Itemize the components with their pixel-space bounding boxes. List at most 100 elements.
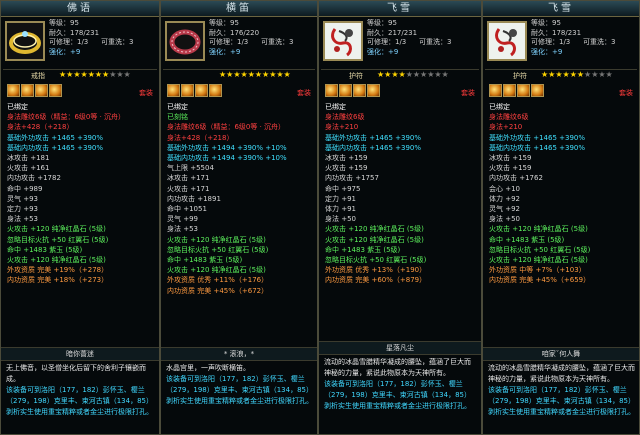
set-tag: 套装 — [461, 89, 475, 97]
attribute-list: 已绑定 身法雕纹6级（精益：6级0等 · 沉舟） 身法+428（+218） 基础外功攻… — [1, 100, 159, 286]
item-description: 流动的冰晶雪腊精华凝成的腰坠，蕴涵了巨大而神秘的力量，紧说此物原本为天神所有。该… — [324, 357, 477, 412]
gem-icon[interactable] — [517, 84, 530, 97]
star-icon: ★ — [569, 70, 577, 79]
attribute-line: 火攻击 +159 — [489, 164, 532, 173]
star-icon: ★ — [276, 70, 284, 79]
attribute-list: 已绑定 身法雕纹6级 身法+210 基础外功攻击 +1465 +390% 基础内功攻击 … — [483, 100, 639, 286]
star-icon: ★ — [398, 70, 406, 79]
star-icon: ★ — [247, 70, 255, 79]
attribute-line: 忽略目标火抗 +50 红翼石 (5级) — [325, 256, 427, 265]
gem-icon[interactable] — [353, 84, 366, 97]
attribute-line: 已绑定 — [167, 103, 188, 111]
flavor-text: 水晶宫里，一声吹断横笛。 — [166, 364, 250, 372]
gem-icon[interactable] — [21, 84, 34, 97]
attribute-list: 已绑定 身法雕纹6级 身法+210 基础外功攻击 +1465 +390% 基础内功攻击 … — [319, 100, 481, 286]
item-stats: 等级：95 耐久：217/231 可修理：1/3 可重洗：3 强化：+9 — [367, 19, 451, 57]
attribute-line: 火攻击 +120 纯净红晶石 (5级) — [7, 225, 106, 234]
gem-icon[interactable] — [195, 84, 208, 97]
attribute-line: 命中 +989 — [7, 184, 43, 193]
stat-line: 等级：95 — [531, 19, 561, 27]
item-name-title: 横笛 — [161, 1, 317, 17]
gem-icon[interactable] — [181, 84, 194, 97]
item-name-title: 飞雪 — [319, 1, 481, 17]
attribute-line: 身法 +50 — [325, 215, 356, 224]
reforge-count: 可重洗：3 — [419, 38, 452, 47]
attribute-line: 内功资质 完美 +45%（+659） — [489, 276, 591, 285]
attribute-line: 已绑定 — [489, 103, 510, 111]
attribute-line: 内功资质 完美 +18%（+273） — [7, 276, 109, 285]
attribute-line: 身法雕纹6级（精益：6级0等 · 沉舟） — [7, 113, 126, 122]
item-description: 流动的冰晶雪腊精华凝成的腰坠，蕴涵了巨大而神秘的力量，紧说此物原本为天神所有。该… — [488, 363, 635, 418]
stat-line: 耐久：178/231 — [49, 28, 100, 37]
attribute-line: 定力 +93 — [7, 205, 38, 214]
gem-icon[interactable] — [367, 84, 380, 97]
attribute-line: 火攻击 +120 纯净红晶石 (5级) — [7, 256, 106, 265]
star-icon: ★ — [576, 70, 585, 79]
stat-line: 耐久：217/231 — [367, 28, 418, 37]
item-tooltip-panel: 横笛 等级：95 耐久：176/220 可修理：1/3 可重洗：3 强化：+9 ★★★★★★… — [160, 0, 318, 435]
star-icon: ★ — [87, 70, 95, 79]
socket-hint: 该装备可到洛阳（177，182）彭怀玉、樱兰（279，198）克里丰、束河古镇（… — [324, 380, 471, 410]
gem-slots: 套装 — [319, 82, 481, 100]
attribute-line: 身法 +53 — [167, 225, 198, 234]
item-tooltip-panel: 佛语 等级：95 耐久：178/231 可修理：1/3 可重洗：3 强化：+9 戒指 ★★★★… — [0, 0, 160, 435]
star-icon: ★ — [598, 70, 606, 79]
signature-title: 暗你薔迷 — [1, 347, 159, 361]
gem-icon[interactable] — [503, 84, 516, 97]
attribute-line: 身法+210 — [325, 123, 359, 132]
stat-line: 可修理：1/3 — [209, 38, 249, 47]
attribute-line: 火攻击 +161 — [7, 164, 50, 173]
attribute-line: 体力 +92 — [489, 194, 520, 203]
star-icon: ★ — [233, 70, 241, 79]
stat-line: 可修理：1/3 — [531, 38, 571, 47]
gem-icon[interactable] — [7, 84, 20, 97]
attribute-line: 会心 +10 — [489, 184, 520, 193]
ring-red-icon — [165, 21, 205, 61]
stat-line: 耐久：178/231 — [531, 28, 582, 37]
attribute-line: 命中 +1483 紫玉 (5级) — [325, 245, 401, 254]
reforge-count: 可重洗：3 — [101, 38, 134, 47]
gem-icon[interactable] — [339, 84, 352, 97]
attribute-line: 身法+428（+218） — [167, 133, 234, 142]
item-description: 水晶宫里，一声吹断横笛。 该装备可到洛阳（177，182）彭怀玉、樱兰（279，1… — [166, 363, 313, 407]
star-icon: ★ — [412, 70, 421, 79]
attribute-line: 外攻资质 优秀 +11%（+176） — [167, 276, 269, 285]
item-stats: 等级：95 耐久：176/220 可修理：1/3 可重洗：3 强化：+9 — [209, 19, 293, 57]
stat-line: 等级：95 — [49, 19, 79, 27]
item-type-label: 戒指 — [31, 72, 45, 80]
signature-title: * 滚浪，* — [161, 347, 317, 361]
gem-icon[interactable] — [489, 84, 502, 97]
star-icon: ★ — [391, 70, 399, 79]
attribute-line: 灵气 +92 — [489, 205, 520, 214]
attribute-line: 命中 +1483 紫玉 (5级) — [7, 245, 83, 254]
amulet-icon — [323, 21, 363, 61]
gem-icon[interactable] — [49, 84, 62, 97]
signature-title: 咱家ˇ何人舞 — [483, 347, 639, 361]
attribute-line: 身法+428（+218） — [7, 123, 74, 132]
item-header: 等级：95 耐久：178/231 可修理：1/3 可重洗：3 强化：+9 — [483, 17, 639, 69]
gem-icon[interactable] — [167, 84, 180, 97]
stat-line: 等级：95 — [209, 19, 239, 27]
attribute-line: 灵气 +93 — [7, 194, 38, 203]
attribute-line: 内功资质 完美 +45%（+672） — [167, 286, 269, 295]
attribute-line: 内功攻击 +1762 — [489, 174, 543, 183]
star-icon: ★ — [80, 70, 88, 79]
item-type-row: ★★★★★★★★★★ — [161, 70, 317, 82]
gem-icon[interactable] — [35, 84, 48, 97]
star-icon: ★ — [441, 70, 449, 79]
item-header: 等级：95 耐久：217/231 可修理：1/3 可重洗：3 强化：+9 — [319, 17, 481, 69]
item-stats: 等级：95 耐久：178/231 可修理：1/3 可重洗：3 强化：+9 — [531, 19, 615, 57]
attribute-line: 冰攻击 +159 — [489, 154, 532, 163]
gem-icon[interactable] — [209, 84, 222, 97]
attribute-line: 内功资质 完美 +60%（+879） — [325, 276, 427, 285]
star-icon: ★ — [240, 70, 248, 79]
attribute-line: 命中 +975 — [325, 184, 361, 193]
gem-icon[interactable] — [325, 84, 338, 97]
amulet-icon — [487, 21, 527, 61]
gem-icon[interactable] — [531, 84, 544, 97]
item-type-label: 护符 — [513, 72, 527, 80]
flavor-text: 无上佛音，以圣僧坐化后留下的舍利子镶嵌而成。 — [6, 364, 146, 383]
reforge-count: 可重洗：3 — [583, 38, 616, 47]
item-description: 无上佛音，以圣僧坐化后留下的舍利子镶嵌而成。 该装备可到洛阳（177，182）彭怀… — [6, 363, 155, 418]
gem-slots: 套装 — [483, 82, 639, 100]
